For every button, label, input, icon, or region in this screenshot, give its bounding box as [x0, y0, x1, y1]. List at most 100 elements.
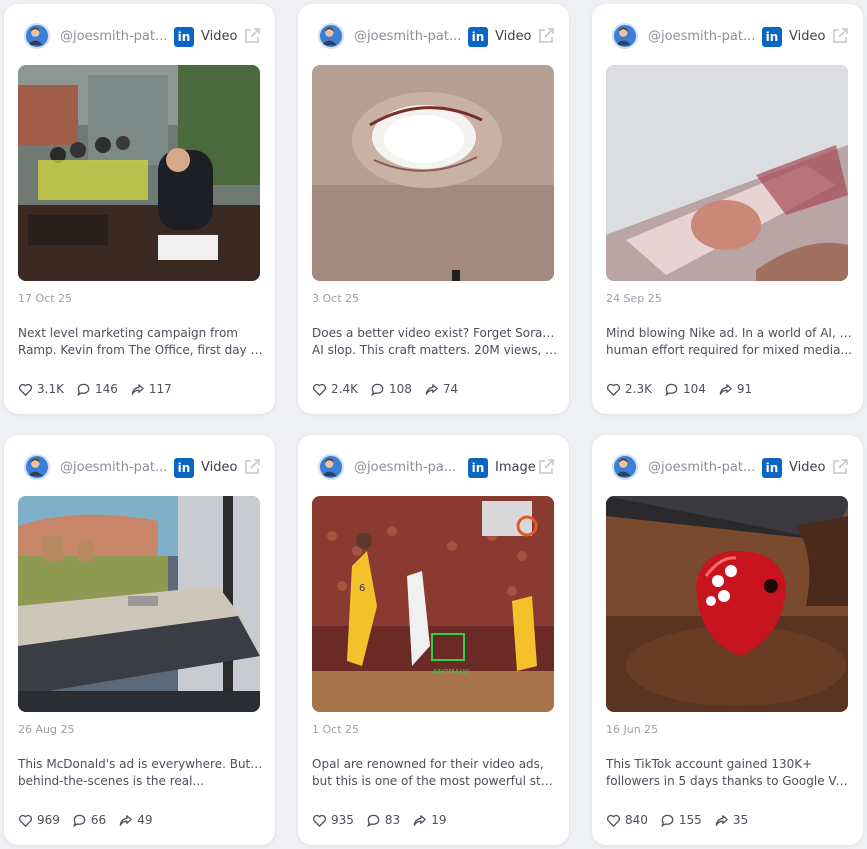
card-header: @joesmith-pat... in Video: [610, 451, 851, 487]
linkedin-icon: in: [468, 458, 488, 478]
author-handle[interactable]: @joesmith-pat...: [60, 460, 168, 475]
comments-count: 155: [678, 813, 702, 827]
share-icon: [715, 814, 728, 826]
comment-icon: [661, 814, 674, 827]
engagement-stats: 2.3K 104 91: [606, 380, 764, 398]
shares-count: 19: [431, 813, 447, 827]
shares-count: 117: [148, 382, 172, 396]
post-card[interactable]: @joesmith-pat... in Video 26 Aug 25 This…: [4, 435, 275, 845]
card-header: @joesmith-pat... in Video: [22, 20, 263, 56]
post-thumbnail[interactable]: [606, 65, 848, 281]
external-link-icon[interactable]: [243, 458, 261, 476]
likes-stat: 969: [18, 813, 60, 828]
comments-count: 146: [94, 382, 118, 396]
post-type-label: Video: [201, 460, 238, 475]
description-line: Does a better video exist? Forget Sora 2…: [312, 326, 558, 340]
linkedin-icon: in: [762, 27, 782, 47]
card-header: @joesmith-pat... in Video: [22, 451, 263, 487]
post-description[interactable]: Does a better video exist? Forget Sora 2…: [312, 325, 558, 359]
post-date: 1 Oct 25: [312, 723, 360, 736]
heart-icon: [19, 814, 32, 827]
comments-count: 104: [682, 382, 706, 396]
comment-icon: [367, 814, 380, 827]
post-thumbnail[interactable]: [312, 65, 554, 281]
avatar[interactable]: [612, 454, 638, 480]
post-thumbnail[interactable]: 6 ANOMALY!: [312, 496, 554, 712]
avatar[interactable]: [318, 454, 344, 480]
post-type-label: Image: [495, 460, 536, 475]
post-type-label: Video: [789, 460, 826, 475]
shares-stat: 19: [412, 813, 446, 828]
post-date: 26 Aug 25: [18, 723, 75, 736]
post-thumbnail[interactable]: [18, 496, 260, 712]
description-line: but this is one of the most powerful sta…: [312, 774, 558, 788]
post-card[interactable]: @joesmith-pat... in Video 3 Oct 25 Does …: [298, 4, 569, 414]
external-link-icon[interactable]: [537, 458, 555, 476]
post-card[interactable]: @joesmith-pat... in Video 17 Oct 25 Next…: [4, 4, 275, 414]
card-header: @joesmith-pa... in Image: [316, 451, 557, 487]
likes-stat: 2.4K: [312, 382, 358, 397]
shares-stat: 49: [118, 813, 152, 828]
heart-icon: [607, 814, 620, 827]
likes-stat: 935: [312, 813, 354, 828]
external-link-icon[interactable]: [537, 27, 555, 45]
engagement-stats: 840 155 35: [606, 811, 760, 829]
post-description[interactable]: Opal are renowned for their video ads, b…: [312, 756, 558, 790]
shares-count: 49: [137, 813, 153, 827]
post-description[interactable]: Next level marketing campaign from Ramp.…: [18, 325, 264, 359]
author-handle[interactable]: @joesmith-pat...: [648, 29, 756, 44]
post-description[interactable]: Mind blowing Nike ad. In a world of AI, …: [606, 325, 852, 359]
engagement-stats: 2.4K 108 74: [312, 380, 470, 398]
post-date: 3 Oct 25: [312, 292, 360, 305]
post-thumbnail[interactable]: [606, 496, 848, 712]
post-type-label: Video: [201, 29, 238, 44]
comments-stat: 155: [660, 813, 702, 828]
svg-text:6: 6: [359, 583, 365, 594]
comment-icon: [371, 383, 384, 396]
external-link-icon[interactable]: [831, 458, 849, 476]
description-line: This McDonald's ad is everywhere. But th…: [18, 757, 264, 771]
post-description[interactable]: This McDonald's ad is everywhere. But th…: [18, 756, 264, 790]
avatar[interactable]: [612, 23, 638, 49]
description-line: Next level marketing campaign from: [18, 326, 238, 340]
author-handle[interactable]: @joesmith-pa...: [354, 460, 462, 475]
engagement-stats: 969 66 49: [18, 811, 164, 829]
post-description[interactable]: This TikTok account gained 130K+ followe…: [606, 756, 852, 790]
shares-count: 91: [736, 382, 753, 396]
author-handle[interactable]: @joesmith-pat...: [60, 29, 168, 44]
post-card[interactable]: @joesmith-pat... in Video 24 Sep 25 Mind…: [592, 4, 863, 414]
share-icon: [719, 383, 732, 395]
author-handle[interactable]: @joesmith-pat...: [354, 29, 462, 44]
post-type-label: Video: [789, 29, 826, 44]
engagement-stats: 935 83 19: [312, 811, 458, 829]
share-icon: [425, 383, 438, 395]
avatar[interactable]: [318, 23, 344, 49]
post-thumbnail[interactable]: [18, 65, 260, 281]
likes-stat: 840: [606, 813, 648, 828]
author-handle[interactable]: @joesmith-pat...: [648, 460, 756, 475]
share-icon: [119, 814, 132, 826]
post-card[interactable]: @joesmith-pa... in Image 6 ANOMALY! 1 Oc…: [298, 435, 569, 845]
avatar[interactable]: [24, 454, 50, 480]
likes-count: 935: [331, 813, 354, 827]
shares-stat: 35: [714, 813, 748, 828]
comments-stat: 83: [366, 813, 400, 828]
shares-stat: 74: [424, 382, 458, 397]
post-date: 24 Sep 25: [606, 292, 662, 305]
share-icon: [413, 814, 426, 826]
comments-count: 83: [384, 813, 401, 827]
likes-count: 3.1K: [37, 382, 64, 396]
post-card[interactable]: @joesmith-pat... in Video 16 Jun 25 This…: [592, 435, 863, 845]
shares-stat: 117: [130, 382, 172, 397]
heart-icon: [607, 383, 620, 396]
avatar[interactable]: [24, 23, 50, 49]
shares-count: 74: [442, 382, 459, 396]
post-date: 16 Jun 25: [606, 723, 659, 736]
shares-stat: 91: [718, 382, 752, 397]
comments-count: 66: [90, 813, 107, 827]
linkedin-icon: in: [762, 458, 782, 478]
likes-count: 840: [625, 813, 648, 827]
external-link-icon[interactable]: [243, 27, 261, 45]
external-link-icon[interactable]: [831, 27, 849, 45]
comment-icon: [77, 383, 90, 396]
